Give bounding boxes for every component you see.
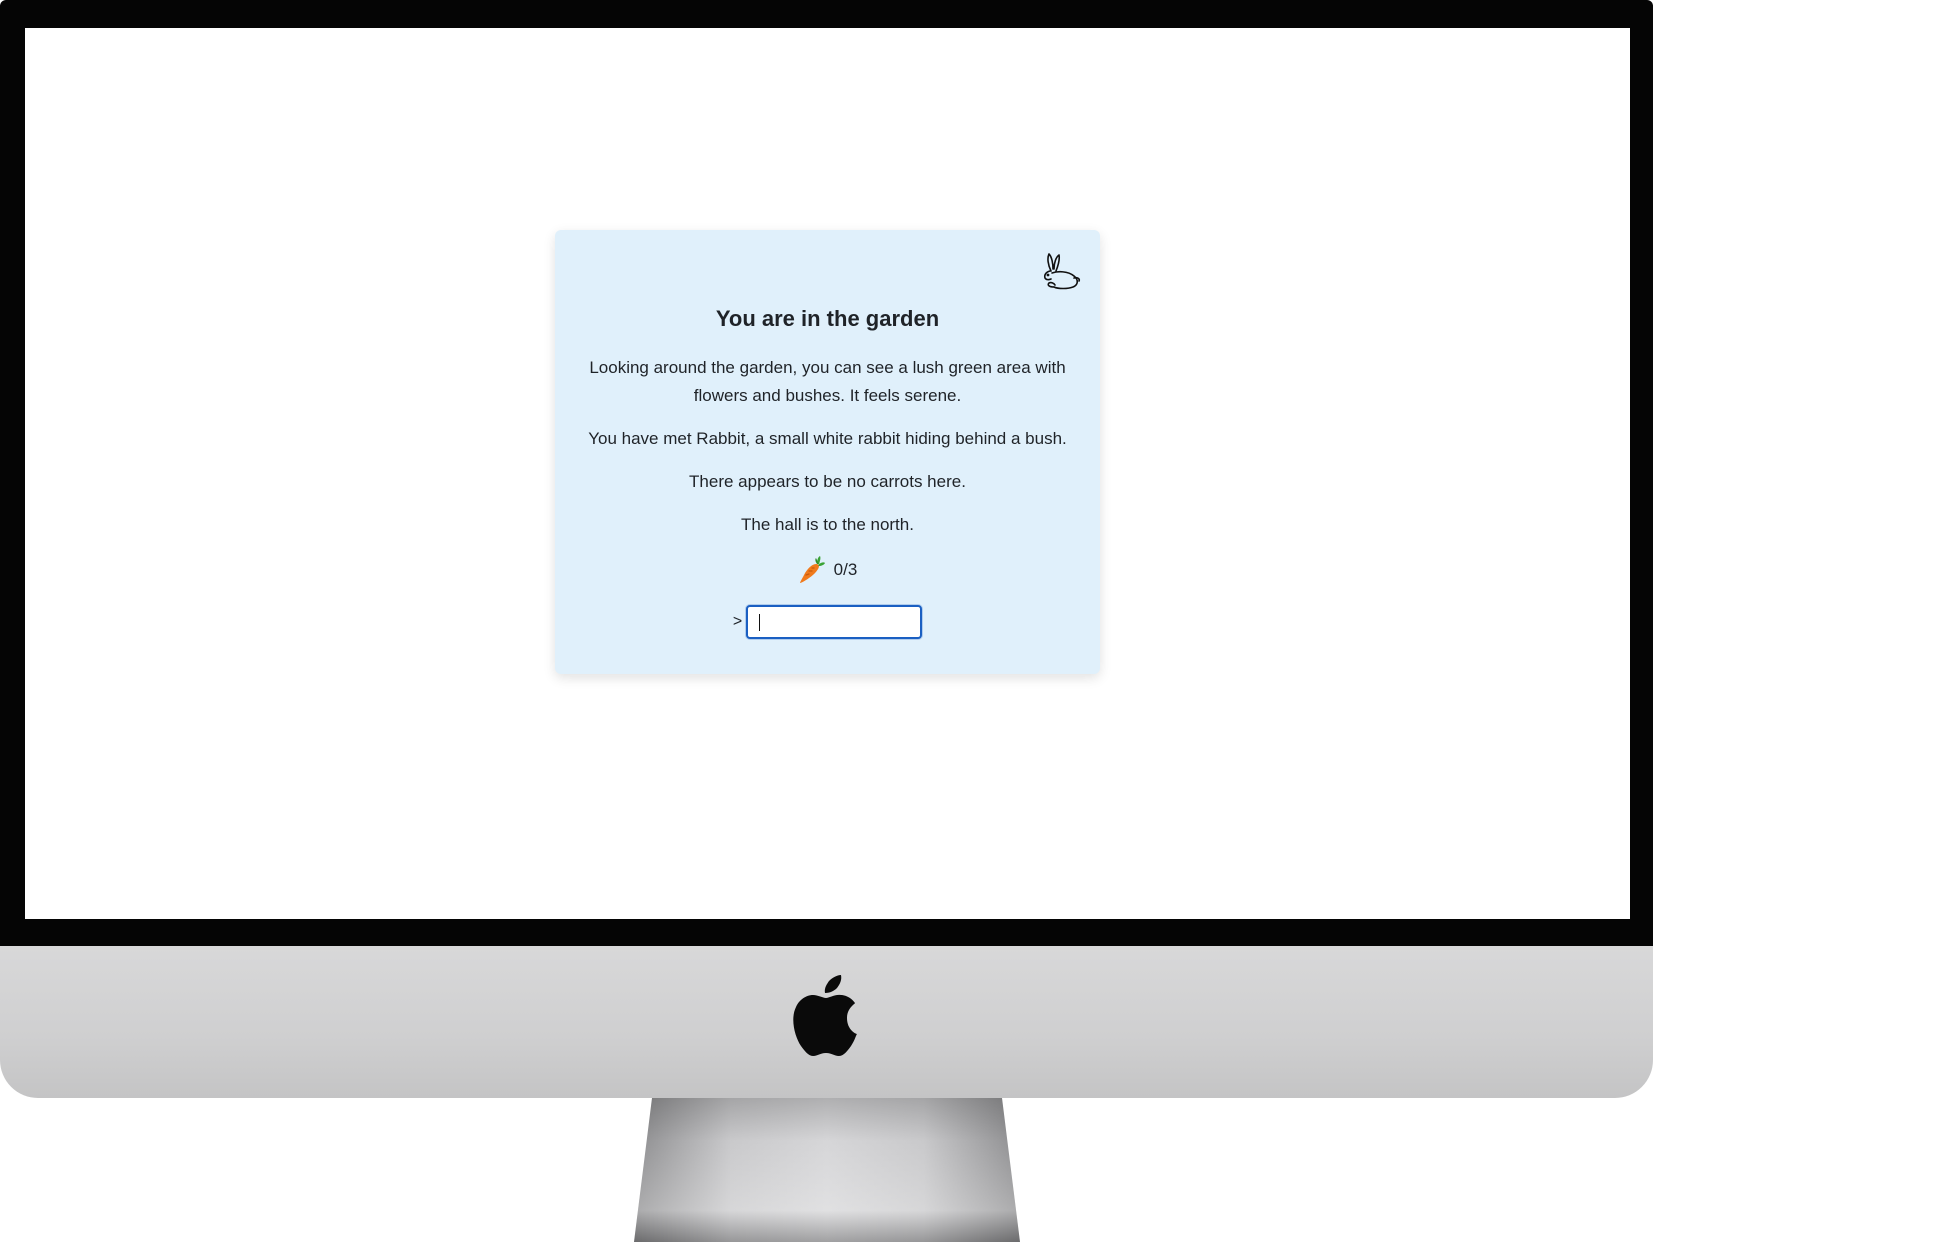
character-description: You have met Rabbit, a small white rabbi… xyxy=(588,429,1067,448)
monitor-stand xyxy=(634,1098,1020,1242)
location-description: Looking around the garden, you can see a… xyxy=(589,358,1066,405)
rabbit-icon xyxy=(1043,253,1081,290)
game-card: You are in the garden Looking around the… xyxy=(555,230,1100,674)
apple-logo-icon xyxy=(793,975,857,1056)
monitor-screen: You are in the garden Looking around the… xyxy=(25,28,1630,919)
carrot-count: 0/3 xyxy=(833,560,858,579)
carrot-counter: 0/3 xyxy=(555,555,1100,585)
items-description: There appears to be no carrots here. xyxy=(689,472,966,491)
carrot-icon xyxy=(799,556,825,583)
location-title: You are in the garden xyxy=(715,306,940,331)
exits-description: The hall is to the north. xyxy=(741,515,914,534)
command-row: > xyxy=(555,605,1100,639)
command-input-wrapper xyxy=(746,605,923,639)
monitor-bezel: You are in the garden Looking around the… xyxy=(0,0,1653,946)
command-input[interactable] xyxy=(746,605,923,639)
prompt-symbol: > xyxy=(732,613,743,630)
text-caret xyxy=(759,614,761,631)
